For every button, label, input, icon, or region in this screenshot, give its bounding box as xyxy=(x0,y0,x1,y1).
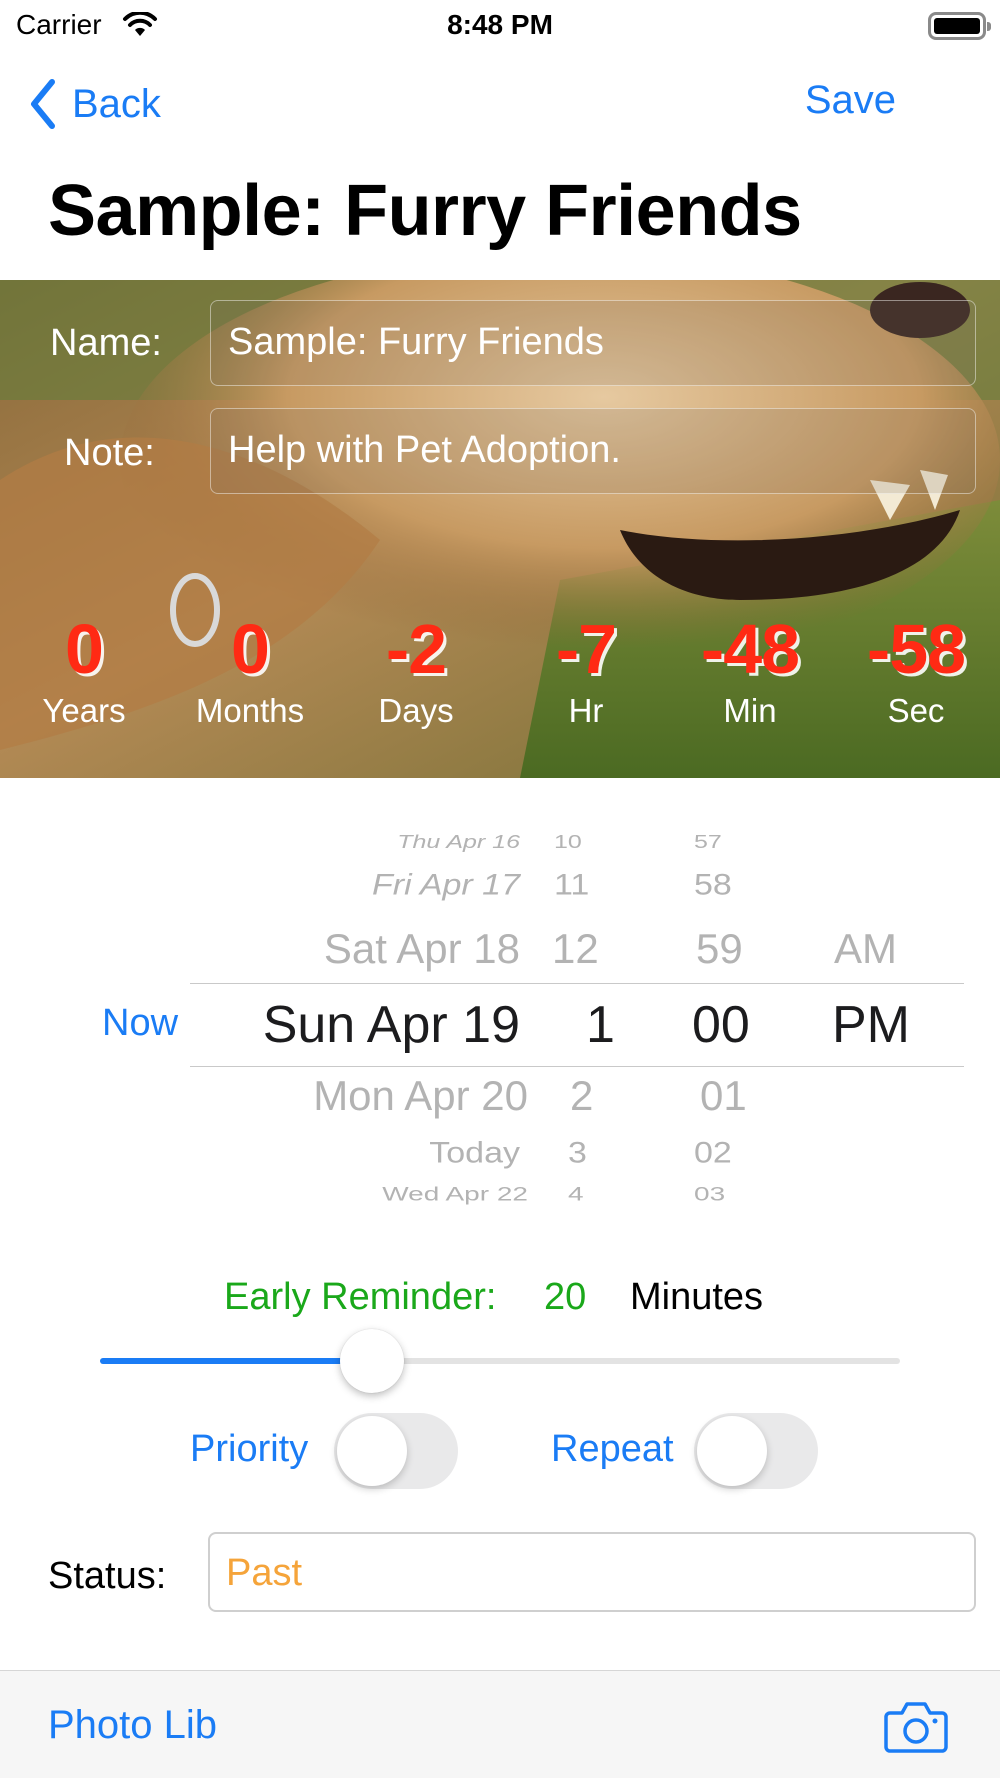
picker-hour-column[interactable]: 10 11 12 1 2 3 4 xyxy=(540,810,620,1230)
picker-minute-row: 59 xyxy=(696,925,743,972)
photo-lib-button[interactable]: Photo Lib xyxy=(48,1703,217,1748)
picker-ampm-column[interactable]: AM PM xyxy=(830,810,940,1230)
repeat-toggle[interactable] xyxy=(694,1413,818,1489)
note-label: Note: xyxy=(64,432,155,474)
note-field[interactable]: Help with Pet Adoption. xyxy=(210,408,976,494)
picker-minute-row: 03 xyxy=(694,1182,726,1205)
hero-photo-panel: Name: Sample: Furry Friends Note: Help w… xyxy=(0,280,1000,778)
countdown-months-unit: Months xyxy=(195,692,305,729)
save-button[interactable]: Save xyxy=(805,78,896,123)
picker-hour-row: 2 xyxy=(570,1072,594,1119)
battery-icon xyxy=(928,12,991,40)
picker-minute-row: 01 xyxy=(700,1072,747,1119)
picker-minute-column[interactable]: 57 58 59 00 01 02 03 xyxy=(680,810,780,1230)
countdown-seconds: -58 Sec xyxy=(846,610,986,730)
now-button[interactable]: Now xyxy=(102,1002,178,1045)
picker-date-row: Wed Apr 22 xyxy=(382,1182,528,1205)
picker-hour-row: 3 xyxy=(568,1136,587,1170)
status-time: 8:48 PM xyxy=(447,9,553,40)
picker-date-selected: Sun Apr 19 xyxy=(262,996,520,1054)
countdown-days: -2 Days xyxy=(346,610,486,730)
countdown-years: 0 Years xyxy=(14,610,154,730)
countdown-days-unit: Days xyxy=(378,692,454,729)
camera-icon[interactable] xyxy=(884,1699,948,1753)
picker-date-row: Today xyxy=(429,1136,520,1170)
picker-minute-row: 58 xyxy=(694,868,732,902)
picker-hour-selected: 1 xyxy=(586,996,615,1054)
picker-hour-row: 11 xyxy=(554,868,590,902)
countdown-months-value: 0 xyxy=(231,610,270,688)
countdown-seconds-value: -58 xyxy=(866,610,966,688)
picker-date-row: Fri Apr 17 xyxy=(371,868,520,902)
countdown-minutes: -48 Min xyxy=(680,610,820,730)
countdown-years-unit: Years xyxy=(42,692,126,729)
countdown-minutes-unit: Min xyxy=(723,692,777,729)
name-label: Name: xyxy=(50,322,162,364)
bottom-toolbar: Photo Lib xyxy=(0,1670,1000,1778)
picker-hour-row: 4 xyxy=(568,1182,584,1205)
picker-ampm-selected: PM xyxy=(832,996,910,1054)
picker-date-row: Sat Apr 18 xyxy=(323,925,520,972)
date-time-picker[interactable]: Thu Apr 16 Fri Apr 17 Sat Apr 18 Sun Apr… xyxy=(190,810,964,1230)
slider-thumb[interactable] xyxy=(340,1329,404,1393)
back-button[interactable]: Back xyxy=(28,76,161,132)
priority-toggle[interactable] xyxy=(334,1413,458,1489)
countdown-hours-value: -7 xyxy=(555,610,617,688)
toggle-knob xyxy=(697,1416,767,1486)
picker-hour-row: 10 xyxy=(554,832,582,853)
countdown-days-value: -2 xyxy=(385,610,447,688)
countdown-years-value: 0 xyxy=(65,610,104,688)
picker-minute-selected: 00 xyxy=(692,996,750,1054)
picker-minute-row: 57 xyxy=(694,832,722,853)
picker-date-row: Mon Apr 20 xyxy=(313,1072,528,1119)
back-label: Back xyxy=(72,81,161,126)
repeat-label: Repeat xyxy=(551,1428,674,1470)
countdown-hours-unit: Hr xyxy=(568,692,604,729)
chevron-left-icon xyxy=(31,79,55,129)
picker-ampm-row: AM xyxy=(834,925,897,972)
countdown-seconds-unit: Sec xyxy=(887,692,945,729)
early-reminder-row: Early Reminder: 20 Minutes xyxy=(0,1276,1000,1326)
countdown-minutes-value: -48 xyxy=(700,610,800,688)
early-reminder-value: 20 xyxy=(544,1276,587,1318)
status-label: Status: xyxy=(48,1555,167,1597)
slider-fill xyxy=(100,1358,372,1364)
picker-hour-row: 12 xyxy=(552,925,599,972)
priority-label: Priority xyxy=(190,1428,309,1470)
early-reminder-unit: Minutes xyxy=(630,1276,764,1318)
toggle-knob xyxy=(337,1416,407,1486)
early-reminder-label: Early Reminder: xyxy=(224,1276,497,1318)
status-field[interactable]: Past xyxy=(208,1532,976,1612)
name-field[interactable]: Sample: Furry Friends xyxy=(210,300,976,386)
picker-date-row: Thu Apr 16 xyxy=(397,832,520,853)
picker-date-column[interactable]: Thu Apr 16 Fri Apr 17 Sat Apr 18 Sun Apr… xyxy=(190,810,528,1230)
page-title: Sample: Furry Friends xyxy=(48,171,802,251)
picker-minute-row: 02 xyxy=(694,1136,732,1170)
countdown-hours: -7 Hr xyxy=(516,610,656,730)
status-bar: Carrier 8:48 PM xyxy=(0,0,1000,50)
countdown-months: 0 Months xyxy=(180,610,320,730)
early-reminder-slider[interactable] xyxy=(100,1329,900,1393)
